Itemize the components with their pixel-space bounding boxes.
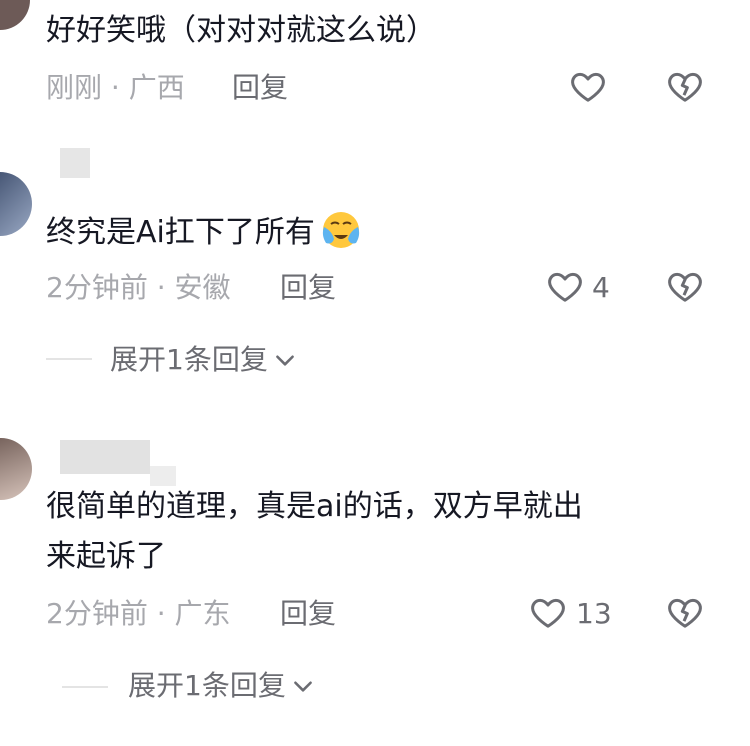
avatar[interactable] — [0, 0, 30, 30]
broken-heart-icon — [668, 598, 702, 628]
expand-replies-label: 展开1条回复 — [128, 669, 286, 702]
username-blurred[interactable] — [60, 440, 150, 474]
heart-icon — [531, 598, 565, 628]
reply-button[interactable]: 回复 — [280, 268, 336, 308]
dislike-button[interactable] — [665, 66, 705, 106]
comment-text: 终究是Ai扛下了所有 — [46, 208, 363, 255]
dislike-button[interactable] — [665, 266, 705, 306]
expand-divider — [46, 358, 92, 360]
expand-replies-button[interactable]: 展开1条回复 — [110, 340, 298, 380]
heart-icon — [548, 272, 582, 302]
comment-meta: 2分钟前 · 广东 — [46, 594, 231, 634]
reply-button[interactable]: 回复 — [280, 594, 336, 634]
comment-text-line-2: 来起诉了 — [46, 539, 166, 574]
broken-heart-icon — [668, 272, 702, 302]
expand-replies-label: 展开1条回复 — [110, 343, 268, 376]
comment-location: 广东 — [174, 597, 231, 630]
like-button[interactable] — [545, 266, 585, 306]
like-button[interactable] — [528, 592, 568, 632]
expand-divider — [62, 686, 108, 688]
like-count: 4 — [592, 271, 610, 304]
broken-heart-icon — [668, 72, 702, 102]
comment-text: 好好笑哦（对对对就这么说） — [46, 13, 436, 48]
dislike-button[interactable] — [665, 592, 705, 632]
like-count: 13 — [576, 597, 612, 630]
comment-text-line-1: 很简单的道理，真是ai的话，双方早就出 — [46, 489, 583, 524]
heart-icon — [571, 72, 605, 102]
comment-meta: 2分钟前 · 安徽 — [46, 268, 231, 308]
like-button[interactable] — [568, 66, 608, 106]
username-blurred[interactable] — [60, 148, 90, 178]
comment-time: 2分钟前 — [46, 271, 148, 304]
chevron-down-icon — [275, 355, 294, 366]
comment-time: 2分钟前 — [46, 597, 148, 630]
avatar[interactable] — [0, 438, 32, 500]
chevron-down-icon — [293, 681, 312, 692]
comment-meta: 刚刚 · 广西 — [46, 68, 185, 108]
meta-separator: · — [110, 71, 120, 104]
comment-location: 广西 — [128, 71, 185, 104]
expand-replies-button[interactable]: 展开1条回复 — [128, 666, 316, 706]
reply-button[interactable]: 回复 — [232, 68, 288, 108]
username-blurred-extra — [150, 466, 176, 486]
comment-text-content: 终究是Ai扛下了所有 — [46, 215, 315, 250]
comment-location: 安徽 — [174, 271, 231, 304]
crying-face-icon — [319, 208, 363, 252]
meta-separator: · — [156, 271, 166, 304]
meta-separator: · — [156, 597, 166, 630]
comment-time: 刚刚 — [46, 71, 103, 104]
avatar[interactable] — [0, 172, 32, 236]
